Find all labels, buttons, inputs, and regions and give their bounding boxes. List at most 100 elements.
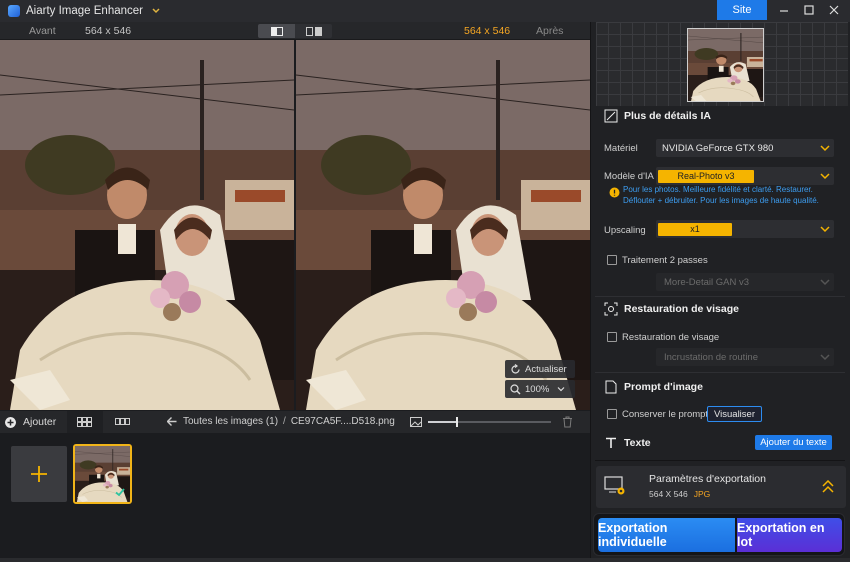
thumbnail-size-slider[interactable]: [428, 417, 551, 427]
after-size: 564 x 546: [464, 25, 511, 37]
hardware-select[interactable]: NVIDIA GeForce GTX 980: [656, 139, 834, 157]
refresh-button[interactable]: Actualiser: [505, 360, 575, 378]
export-batch-button[interactable]: Exportation en lot: [737, 518, 842, 552]
keep-prompt-checkbox[interactable]: [607, 409, 617, 419]
grid-icon: [77, 417, 92, 427]
breadcrumb-separator: /: [283, 416, 286, 427]
chevron-down-icon: [820, 145, 830, 152]
close-icon[interactable]: [827, 3, 841, 17]
check-icon: [115, 488, 125, 497]
image-prompt-header[interactable]: Prompt d'image: [590, 380, 850, 394]
image-thumbnail[interactable]: [73, 444, 132, 504]
refresh-label: Actualiser: [525, 363, 567, 375]
chevron-down-icon: [820, 354, 830, 361]
slider-handle[interactable]: [456, 417, 459, 427]
chevron-down-icon: [820, 173, 830, 180]
refresh-icon: [511, 363, 520, 374]
app-title: Aiarty Image Enhancer: [26, 5, 143, 17]
export-settings-icon: [604, 476, 625, 495]
breadcrumb: Toutes les images (1) / CE97CA5F....D518…: [167, 416, 395, 427]
before-image[interactable]: [0, 40, 294, 410]
upscaling-label: Upscaling: [604, 225, 646, 236]
chevron-down-icon[interactable]: [151, 6, 161, 16]
document-icon: [604, 380, 618, 394]
ai-details-title: Plus de détails IA: [624, 110, 711, 122]
after-image[interactable]: [296, 40, 590, 410]
chevron-down-icon: [820, 226, 830, 233]
grid-view-button[interactable]: [67, 411, 103, 433]
image-size-icon: [410, 417, 422, 427]
zoom-dropdown[interactable]: 100%: [505, 380, 575, 398]
face-model-value: Incrustation de routine: [664, 351, 759, 363]
breadcrumb-all-images[interactable]: Toutes les images (1): [183, 416, 278, 427]
face-restoration-title: Restauration de visage: [624, 303, 739, 315]
enhance-icon: [604, 109, 618, 123]
side-by-side-view-button[interactable]: [295, 24, 332, 38]
filmstrip-icon: [115, 418, 130, 425]
filmstrip-view-button[interactable]: [110, 411, 136, 433]
export-settings[interactable]: Paramètres d'exportation 564 X 546 JPG: [596, 466, 846, 508]
face-model-select[interactable]: Incrustation de routine: [656, 348, 834, 366]
status-strip: [0, 558, 850, 562]
side-by-side-icon: [305, 26, 322, 36]
text-title: Texte: [624, 437, 651, 449]
hardware-value: NVIDIA GeForce GTX 980: [662, 142, 774, 154]
back-arrow-icon[interactable]: [167, 417, 177, 426]
chevron-down-icon: [820, 279, 830, 286]
add-text-button[interactable]: Ajouter du texte: [755, 435, 832, 450]
after-label: Après: [536, 25, 564, 37]
view-prompt-button[interactable]: Visualiser: [707, 406, 762, 422]
keep-prompt-label: Conserver le prompt: [622, 409, 709, 420]
thumbnail-area: [0, 433, 590, 558]
add-image-tile[interactable]: [11, 446, 67, 502]
app-logo-icon: [8, 5, 20, 17]
section-divider: [595, 372, 845, 373]
navigator-preview: [596, 22, 848, 106]
export-size: 564 X 546: [649, 489, 688, 499]
chevron-up-icon[interactable]: [822, 480, 834, 494]
ai-model-value: Real-Photo v3: [658, 169, 754, 183]
split-view-button[interactable]: [258, 24, 295, 38]
zoom-icon: [510, 383, 521, 394]
trash-icon[interactable]: [562, 416, 573, 428]
face-restoration-header[interactable]: Restauration de visage: [590, 302, 850, 316]
two-pass-model-select[interactable]: More-Detail GAN v3: [656, 273, 834, 291]
two-pass-model-value: More-Detail GAN v3: [664, 276, 749, 288]
before-photo: [0, 40, 294, 410]
add-images-button[interactable]: Ajouter: [5, 416, 56, 428]
face-restoration-label: Restauration de visage: [622, 332, 720, 343]
add-label: Ajouter: [23, 416, 57, 428]
maximize-icon[interactable]: [802, 3, 816, 17]
export-format: JPG: [693, 489, 711, 499]
upscaling-select[interactable]: x1: [656, 220, 834, 238]
section-divider: [595, 460, 845, 461]
text-icon: [604, 436, 618, 450]
navigator-thumbnail[interactable]: [687, 28, 764, 102]
view-mode-toggle: [258, 24, 332, 38]
site-button[interactable]: Site: [717, 0, 767, 20]
before-size: 564 x 546: [85, 25, 132, 37]
info-icon: [609, 187, 620, 198]
before-label: Avant: [29, 25, 56, 37]
slider-fill: [428, 421, 457, 423]
add-circle-icon: [5, 416, 16, 428]
navigator-photo: [688, 29, 764, 102]
face-restoration-checkbox[interactable]: [607, 332, 617, 342]
plus-icon: [31, 466, 47, 482]
chevron-down-icon: [557, 387, 565, 392]
split-view-icon: [270, 26, 283, 36]
ai-details-header[interactable]: Plus de détails IA: [590, 109, 850, 123]
ai-model-select[interactable]: Real-Photo v3: [656, 167, 834, 185]
ai-model-description: Pour les photos. Meilleure fidélité et c…: [623, 185, 819, 205]
after-photo: [296, 40, 590, 410]
export-settings-summary: 564 X 546 JPG: [649, 489, 710, 499]
upscaling-value: x1: [658, 222, 732, 236]
image-prompt-title: Prompt d'image: [624, 381, 703, 393]
export-settings-title: Paramètres d'exportation: [649, 473, 766, 485]
export-single-button[interactable]: Exportation individuelle: [598, 518, 735, 552]
ai-model-label: Modèle d'IA: [604, 171, 654, 182]
zoom-level: 100%: [525, 383, 550, 395]
two-pass-checkbox[interactable]: [607, 255, 617, 265]
minimize-icon[interactable]: [777, 3, 791, 17]
section-divider: [595, 296, 845, 297]
